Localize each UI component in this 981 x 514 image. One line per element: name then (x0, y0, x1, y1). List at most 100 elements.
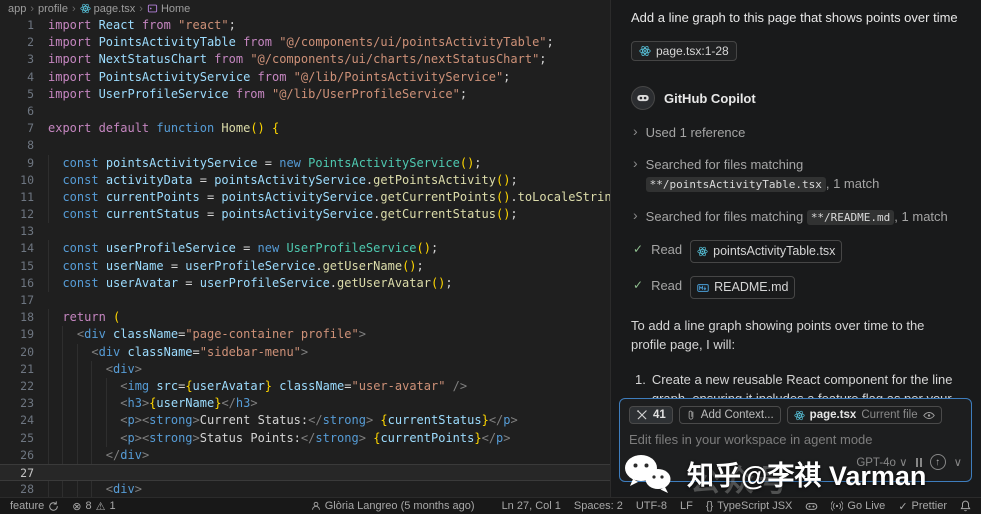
breadcrumb-app[interactable]: app (8, 3, 26, 15)
line-number[interactable]: 25 (0, 430, 34, 447)
code-line[interactable]: 15 const userName = userProfileService.g… (0, 257, 610, 275)
code-line[interactable]: 24 <p><strong>Current Status:</strong> {… (0, 412, 610, 430)
problems-item[interactable]: ⊗ 8 ⚠ 1 (72, 500, 115, 513)
react-icon (80, 3, 91, 14)
eol-item[interactable]: LF (680, 500, 693, 512)
line-number[interactable]: 28 (0, 481, 34, 497)
line-number[interactable]: 6 (0, 103, 34, 120)
breadcrumb-file[interactable]: page.tsx (80, 3, 135, 15)
assistant-name: GitHub Copilot (664, 90, 756, 106)
line-number[interactable]: 27 (0, 465, 34, 482)
line-number[interactable]: 3 (0, 51, 34, 68)
language-mode-item[interactable]: {} TypeScript JSX (706, 500, 793, 512)
line-number[interactable]: 11 (0, 189, 34, 206)
code-line[interactable]: 28 <div> (0, 481, 610, 497)
code-line[interactable]: 27 (0, 463, 610, 482)
code-line[interactable]: 21 <div> (0, 360, 610, 378)
code-line[interactable]: 1 import React from "react"; (0, 17, 610, 34)
tools-chip[interactable]: 41 (629, 406, 673, 424)
line-number[interactable]: 20 (0, 344, 34, 361)
line-number[interactable]: 8 (0, 137, 34, 154)
line-number[interactable]: 13 (0, 223, 34, 240)
vscode-window: app › profile › page.tsx › Home 1 import … (0, 0, 981, 514)
code-line[interactable]: 8 (0, 137, 610, 154)
code-text: const userProfileService = new UserProfi… (62, 241, 439, 256)
line-number[interactable]: 16 (0, 275, 34, 292)
mic-icon[interactable] (629, 455, 640, 469)
search-step-row[interactable]: › Searched for files matching **/pointsA… (633, 155, 961, 194)
add-context-button[interactable]: Add Context... (678, 406, 781, 424)
line-number[interactable]: 22 (0, 378, 34, 395)
code-line[interactable]: 5 import UserProfileService from "@/lib/U… (0, 86, 610, 103)
chevron-right-icon[interactable]: › (633, 155, 638, 172)
blame-annotation[interactable]: Glòria Langreo (5 months ago) (311, 500, 475, 512)
line-number[interactable]: 26 (0, 447, 34, 464)
chat-input-box[interactable]: 41 Add Context... page.tsx Current file … (619, 398, 972, 482)
code-line[interactable]: 23 <h3>{userName}</h3> (0, 395, 610, 413)
cursor-position-item[interactable]: Ln 27, Col 1 (502, 500, 561, 512)
code-line[interactable]: 2 import PointsActivityTable from "@/comp… (0, 34, 610, 51)
current-file-chip[interactable]: page.tsx Current file (786, 406, 942, 424)
code-line[interactable]: 18 return ( (0, 309, 610, 327)
code-line[interactable]: 7 export default function Home() { (0, 120, 610, 137)
pause-icon[interactable] (915, 457, 922, 467)
line-number[interactable]: 7 (0, 120, 34, 137)
line-number[interactable]: 21 (0, 361, 34, 378)
line-number[interactable]: 14 (0, 240, 34, 257)
line-number[interactable]: 10 (0, 172, 34, 189)
code-line[interactable]: 22 <img src={userAvatar} className="user… (0, 377, 610, 396)
chat-input[interactable] (629, 432, 962, 447)
code-line[interactable]: 20 <div className="sidebar-menu"> (0, 343, 610, 361)
go-live-item[interactable]: Go Live (831, 500, 885, 512)
code-line[interactable]: 12 const currentStatus = pointsActivityS… (0, 206, 610, 224)
code-line[interactable]: 3 import NextStatusChart from "@/componen… (0, 51, 610, 68)
breadcrumb-chevron-icon: › (139, 2, 143, 15)
model-picker[interactable]: GPT-4o ∨ (856, 455, 907, 469)
prettier-item[interactable]: ✓ Prettier (898, 500, 947, 513)
line-number[interactable]: 18 (0, 309, 34, 326)
line-number[interactable]: 1 (0, 17, 34, 34)
chevron-down-icon[interactable]: ∨ (954, 455, 962, 469)
code-line[interactable]: 10 const activityData = pointsActivitySe… (0, 171, 610, 189)
line-number[interactable]: 17 (0, 292, 34, 309)
file-chip[interactable]: README.md (690, 276, 796, 299)
line-number[interactable]: 12 (0, 206, 34, 223)
file-chip[interactable]: pointsActivityTable.tsx (690, 240, 843, 263)
code-editor[interactable]: 1 import React from "react"; 2 import Point… (0, 17, 610, 497)
line-number[interactable]: 9 (0, 155, 34, 172)
code-line[interactable]: 17 (0, 292, 610, 309)
encoding-item[interactable]: UTF-8 (636, 500, 667, 512)
request-context-chip[interactable]: page.tsx:1-28 (631, 41, 737, 61)
search-step-text: Searched for files matching **/README.md… (645, 209, 948, 225)
code-line[interactable]: 25 <p><strong>Status Points:</strong> {c… (0, 429, 610, 447)
code-line[interactable]: 4 import PointsActivityService from "@/li… (0, 69, 610, 86)
git-branch-item[interactable]: feature (10, 500, 59, 512)
copilot-icon (806, 502, 818, 510)
code-line[interactable]: 11 const currentPoints = pointsActivityS… (0, 188, 610, 207)
chevron-right-icon[interactable]: › (633, 123, 638, 140)
line-number[interactable]: 15 (0, 258, 34, 275)
breadcrumb-symbol-home[interactable]: Home (147, 3, 190, 15)
line-number[interactable]: 24 (0, 412, 34, 429)
send-icon[interactable]: ↑ (929, 454, 946, 470)
line-number[interactable]: 19 (0, 326, 34, 343)
code-line[interactable]: 26 </div> (0, 446, 610, 464)
line-number[interactable]: 23 (0, 395, 34, 412)
search-step-row[interactable]: › Searched for files matching **/README.… (633, 207, 961, 227)
code-line[interactable]: 6 (0, 103, 610, 120)
code-line[interactable]: 9 const pointsActivityService = new Poin… (0, 154, 610, 172)
line-number[interactable]: 4 (0, 69, 34, 86)
code-line[interactable]: 19 <div className="page-container profil… (0, 326, 610, 344)
chevron-right-icon[interactable]: › (633, 207, 638, 224)
eye-icon[interactable] (922, 411, 935, 420)
line-number[interactable]: 5 (0, 86, 34, 103)
breadcrumb-profile[interactable]: profile (38, 3, 68, 15)
used-references-row[interactable]: › Used 1 reference (633, 123, 961, 142)
code-line[interactable]: 14 const userProfileService = new UserPr… (0, 240, 610, 258)
copilot-status-item[interactable] (805, 500, 818, 513)
code-line[interactable]: 13 (0, 223, 610, 240)
code-line[interactable]: 16 const userAvatar = userProfileService… (0, 274, 610, 292)
line-number[interactable]: 2 (0, 34, 34, 51)
indentation-item[interactable]: Spaces: 2 (574, 500, 623, 512)
notifications-item[interactable] (960, 500, 971, 512)
